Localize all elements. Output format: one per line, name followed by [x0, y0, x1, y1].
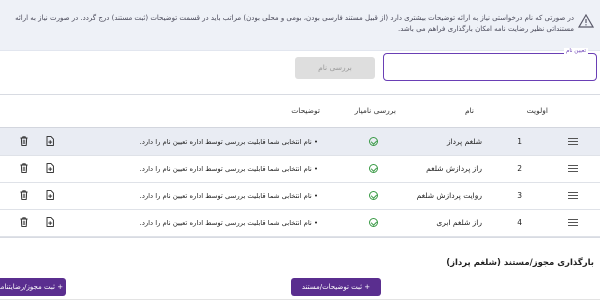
row-name: روایت پردازش شلغم [416, 191, 482, 200]
table-row[interactable]: 3 روایت پردازش شلغم • نام انتخابی شما قابل… [0, 182, 600, 210]
name-input[interactable]: تعیین نام [383, 48, 597, 81]
divider [0, 299, 600, 300]
info-text-line2: مستنداتی نظیر رضایت نامه امکان بارگذاری … [398, 25, 574, 33]
row-priority: 2 [517, 164, 522, 173]
header-priority: اولویت [526, 106, 548, 115]
table-row[interactable]: 2 راز پردازش شلغم • نام انتخابی شما قابلیت… [0, 155, 600, 183]
header-name: نام [464, 106, 474, 115]
table-row[interactable]: 1 شلغم پرداز • نام انتخابی شما قابلیت بررس… [0, 128, 600, 156]
drag-handle-icon[interactable] [568, 138, 578, 146]
upload-section-title: بارگذاری مجوز/مستند (شلغم پرداز) [446, 258, 594, 268]
header-description: توضیحات [291, 106, 320, 115]
row-description: • نام انتخابی شما قابلیت بررسی توسط ادار… [139, 219, 318, 227]
table-row[interactable]: 4 راز شلغم ابری • نام انتخابی شما قابلیت ب… [0, 209, 600, 237]
row-description: • نام انتخابی شما قابلیت بررسی توسط ادار… [139, 192, 318, 200]
names-table: اولویت نام بررسی نامیار توضیحات 1 شلغم پر… [0, 94, 600, 238]
info-text: در صورتی که نام درخواستی نیاز به ارائه ت… [0, 13, 574, 35]
add-document-icon[interactable] [46, 163, 54, 173]
check-name-button[interactable]: بررسی نام [295, 57, 375, 79]
trash-icon[interactable] [20, 190, 28, 200]
info-banner: در صورتی که نام درخواستی نیاز به ارائه ت… [0, 0, 600, 51]
row-priority: 3 [517, 191, 522, 200]
add-license-button[interactable]: + ثبت مجوز/رضایتنامه [0, 278, 66, 296]
add-document-icon[interactable] [46, 136, 54, 146]
warning-triangle-icon [578, 14, 594, 28]
check-ok-icon [369, 218, 378, 227]
check-ok-icon [369, 164, 378, 173]
row-name: راز شلغم ابری [436, 218, 482, 227]
check-ok-icon [369, 191, 378, 200]
check-ok-icon [369, 137, 378, 146]
trash-icon[interactable] [20, 163, 28, 173]
row-name: شلغم پرداز [446, 137, 482, 146]
table-header: اولویت نام بررسی نامیار توضیحات [0, 95, 600, 128]
trash-icon[interactable] [20, 217, 28, 227]
drag-handle-icon[interactable] [568, 219, 578, 227]
row-description: • نام انتخابی شما قابلیت بررسی توسط ادار… [139, 165, 318, 173]
add-document-icon[interactable] [46, 190, 54, 200]
drag-handle-icon[interactable] [568, 165, 578, 173]
add-document-icon[interactable] [46, 217, 54, 227]
header-check: بررسی نامیار [354, 106, 396, 115]
drag-handle-icon[interactable] [568, 192, 578, 200]
row-priority: 4 [517, 218, 522, 227]
trash-icon[interactable] [20, 136, 28, 146]
row-name: راز پردازش شلغم [426, 164, 482, 173]
row-description: • نام انتخابی شما قابلیت بررسی توسط ادار… [139, 138, 318, 146]
add-description-button[interactable]: + ثبت توضیحات/مستند [291, 278, 381, 296]
name-input-label: تعیین نام [563, 48, 588, 54]
info-text-line1: در صورتی که نام درخواستی نیاز به ارائه ت… [15, 14, 574, 22]
row-priority: 1 [517, 137, 522, 146]
